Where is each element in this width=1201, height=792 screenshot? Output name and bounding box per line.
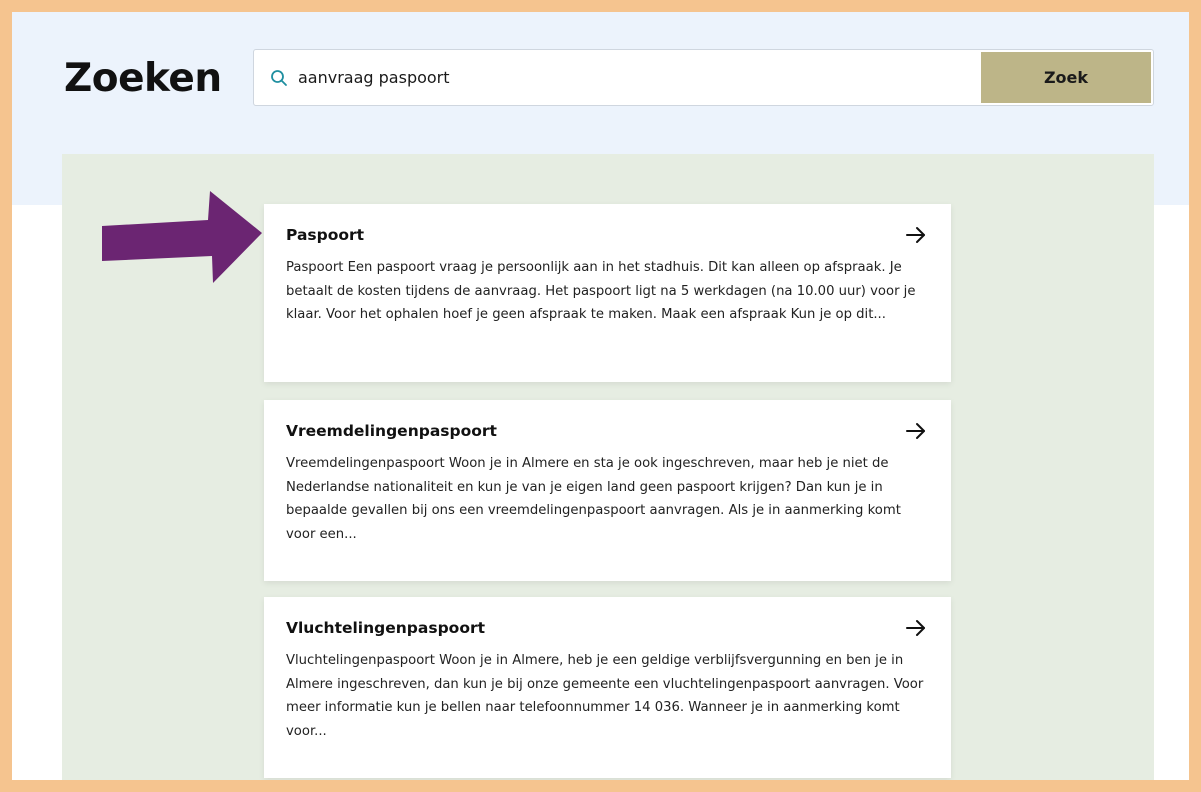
result-title[interactable]: Vluchtelingenpaspoort xyxy=(286,619,485,637)
result-snippet: Vluchtelingenpaspoort Woon je in Almere,… xyxy=(286,653,924,739)
search-icon xyxy=(254,50,298,105)
result-title[interactable]: Paspoort xyxy=(286,226,364,244)
search-button[interactable]: Zoek xyxy=(981,52,1151,103)
arrow-right-icon[interactable] xyxy=(905,617,927,639)
result-card-header: Vreemdelingenpaspoort xyxy=(286,420,927,442)
result-title[interactable]: Vreemdelingenpaspoort xyxy=(286,422,497,440)
result-snippet: Paspoort Een paspoort vraag je persoonli… xyxy=(286,260,916,322)
result-card-header: Paspoort xyxy=(286,224,927,246)
search-bar: Zoek xyxy=(253,49,1154,106)
result-snippet: Vreemdelingenpaspoort Woon je in Almere … xyxy=(286,456,901,542)
search-input[interactable] xyxy=(298,50,981,105)
pointer-arrow-icon xyxy=(102,191,262,283)
page-frame: Zoeken Zoek Paspoort Paspoort Een pasp xyxy=(12,12,1189,780)
arrow-right-icon[interactable] xyxy=(905,420,927,442)
arrow-right-icon[interactable] xyxy=(905,224,927,246)
result-card-paspoort[interactable]: Paspoort Paspoort Een paspoort vraag je … xyxy=(264,204,951,382)
result-card-header: Vluchtelingenpaspoort xyxy=(286,617,927,639)
result-card-vreemdelingenpaspoort[interactable]: Vreemdelingenpaspoort Vreemdelingenpaspo… xyxy=(264,400,951,581)
page-title: Zoeken xyxy=(64,56,222,101)
result-card-vluchtelingenpaspoort[interactable]: Vluchtelingenpaspoort Vluchtelingenpaspo… xyxy=(264,597,951,778)
